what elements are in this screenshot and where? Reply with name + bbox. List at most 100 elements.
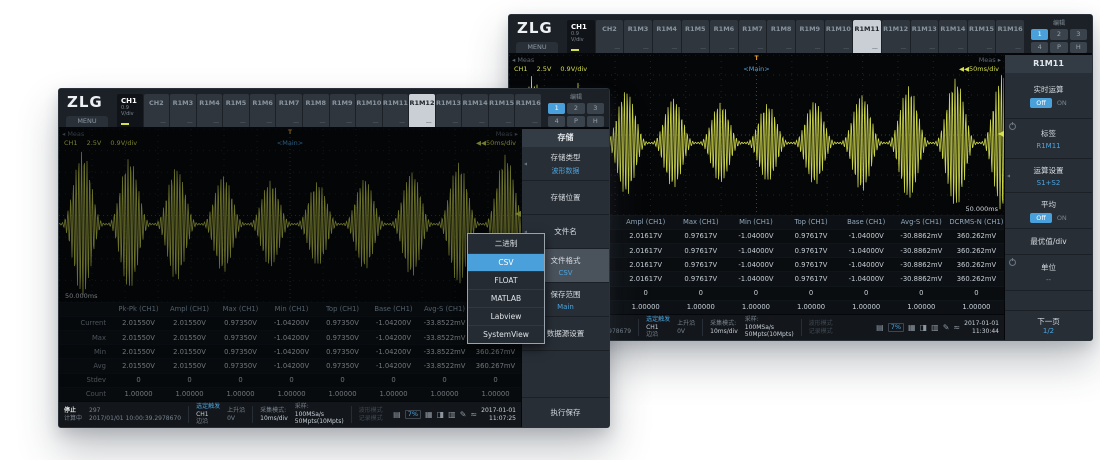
save-icon[interactable]: ▤ bbox=[393, 411, 401, 419]
table-cell: 0 bbox=[266, 374, 317, 387]
tab-r1m3[interactable]: R1M3— bbox=[170, 94, 196, 127]
tab-r1m9[interactable]: R1M9— bbox=[330, 94, 356, 127]
menu-item-单位[interactable]: 单位-- bbox=[1005, 255, 1092, 291]
screen-icon[interactable]: ▥ bbox=[931, 324, 939, 332]
tab-r1m15[interactable]: R1M15— bbox=[968, 20, 996, 53]
run-state[interactable]: 停止 bbox=[64, 407, 82, 415]
edit-button-2[interactable]: 2 bbox=[567, 103, 584, 114]
edit-button-h[interactable]: H bbox=[587, 116, 604, 127]
edit-button-4[interactable]: 4 bbox=[1031, 42, 1048, 53]
printer-icon[interactable]: ◨ bbox=[437, 411, 445, 419]
trigger-label[interactable]: 选定触发 bbox=[646, 316, 670, 324]
popup-option-labview[interactable]: Labview bbox=[468, 308, 544, 326]
printer-icon[interactable]: ◨ bbox=[920, 324, 928, 332]
ch1-unit: V/div bbox=[567, 37, 595, 43]
table-row: Min2.01550V2.01550V0.97350V-1.04200V0.97… bbox=[59, 344, 521, 358]
edit-button-1[interactable]: 1 bbox=[1031, 29, 1048, 40]
tab-r1m14[interactable]: R1M14— bbox=[939, 20, 967, 53]
next-page-button[interactable]: 下一页 1/2 bbox=[1005, 310, 1092, 340]
meas-handle-right[interactable]: Meas ▸ bbox=[979, 56, 1001, 64]
popup-option-systemview[interactable]: SystemView bbox=[468, 326, 544, 343]
menu-button[interactable]: MENU bbox=[516, 42, 558, 53]
tab-r1m9[interactable]: R1M9— bbox=[796, 20, 824, 53]
edit-button-1[interactable]: 1 bbox=[548, 103, 565, 114]
popup-option-float[interactable]: FLOAT bbox=[468, 272, 544, 290]
trigger-level-marker[interactable]: ◀ bbox=[998, 130, 1004, 138]
popup-option-二进制[interactable]: 二进制 bbox=[468, 234, 544, 254]
tab-r1m11[interactable]: R1M11— bbox=[383, 94, 409, 127]
mode-dim-1: 波形模式 bbox=[809, 320, 833, 328]
meas-handle-right[interactable]: Meas ▸ bbox=[496, 130, 518, 138]
menu-item-平均[interactable]: 平均OffON bbox=[1005, 193, 1092, 229]
screen-icon[interactable]: ▥ bbox=[448, 411, 456, 419]
tab-r1m15[interactable]: R1M15— bbox=[489, 94, 515, 127]
toggle-active[interactable]: Off bbox=[1030, 213, 1052, 223]
table-cell: 2.01550V bbox=[113, 317, 164, 330]
menu-item-运算设置[interactable]: ◂运算设置S1+S2 bbox=[1005, 159, 1092, 193]
edit-buttons: 123 4PH bbox=[1031, 29, 1087, 53]
table-cell: 360.262mV bbox=[949, 272, 1004, 285]
edit-button-2[interactable]: 2 bbox=[1050, 29, 1067, 40]
tab-r1m7[interactable]: R1M7— bbox=[739, 20, 767, 53]
popup-option-matlab[interactable]: MATLAB bbox=[468, 290, 544, 308]
tab-ch1[interactable]: CH10.9V/div bbox=[117, 94, 143, 127]
tab-r1m10[interactable]: R1M10— bbox=[825, 20, 853, 53]
menu-item-存储类型[interactable]: ◂存储类型波形数据 bbox=[522, 147, 609, 181]
meas-handle-left[interactable]: ◂ Meas bbox=[62, 130, 84, 138]
trigger-level-marker[interactable]: ◀ bbox=[515, 210, 521, 218]
tab-r1m4[interactable]: R1M4— bbox=[197, 94, 223, 127]
copy-icon[interactable]: ▦ bbox=[908, 324, 916, 332]
edit-button-p[interactable]: P bbox=[567, 116, 584, 127]
tab-r1m16[interactable]: R1M16— bbox=[515, 94, 541, 127]
tab-r1m12[interactable]: R1M12— bbox=[409, 94, 435, 127]
tab-r1m6[interactable]: R1M6— bbox=[710, 20, 738, 53]
toggle-inactive[interactable]: ON bbox=[1057, 99, 1067, 107]
table-cell: 1.00000 bbox=[839, 301, 894, 314]
tab-r1m8[interactable]: R1M8— bbox=[303, 94, 329, 127]
execute-save-button[interactable]: 执行保存 bbox=[522, 397, 609, 427]
menu-item-最优值/div[interactable]: 最优值/div bbox=[1005, 229, 1092, 255]
wifi-icon[interactable]: ≈ bbox=[953, 324, 960, 332]
edit-button-3[interactable]: 3 bbox=[587, 103, 604, 114]
tab-r1m13[interactable]: R1M13— bbox=[911, 20, 939, 53]
trigger-label[interactable]: 选定触发 bbox=[196, 403, 220, 411]
tab-r1m8[interactable]: R1M8— bbox=[767, 20, 795, 53]
cursor-icon[interactable]: ✎ bbox=[943, 324, 950, 332]
cursor-icon[interactable]: ✎ bbox=[460, 411, 467, 419]
edit-label: 编辑 bbox=[570, 92, 582, 101]
tab-r1m6[interactable]: R1M6— bbox=[250, 94, 276, 127]
tab-ch2[interactable]: CH2— bbox=[144, 94, 170, 127]
trigger-marker[interactable]: T bbox=[288, 129, 292, 136]
tab-r1m16[interactable]: R1M16— bbox=[996, 20, 1024, 53]
meas-handle-left[interactable]: ◂ Meas bbox=[512, 56, 534, 64]
menu-item-实时运算[interactable]: 实时运算OffON bbox=[1005, 73, 1092, 119]
tab-r1m14[interactable]: R1M14— bbox=[462, 94, 488, 127]
edit-button-3[interactable]: 3 bbox=[1070, 29, 1087, 40]
save-icon[interactable]: ▤ bbox=[876, 324, 884, 332]
table-cell: 1.00000 bbox=[784, 301, 839, 314]
tab-r1m11[interactable]: R1M11— bbox=[853, 20, 881, 53]
row-label: Min bbox=[59, 345, 113, 358]
edit-button-p[interactable]: P bbox=[1050, 42, 1067, 53]
popup-option-csv[interactable]: CSV bbox=[468, 254, 544, 272]
tab-r1m10[interactable]: R1M10— bbox=[356, 94, 382, 127]
tab-r1m7[interactable]: R1M7— bbox=[276, 94, 302, 127]
trigger-marker[interactable]: T bbox=[754, 55, 758, 62]
tab-r1m4[interactable]: R1M4— bbox=[653, 20, 681, 53]
menu-item-存储位置[interactable]: 存储位置 bbox=[522, 181, 609, 215]
tab-r1m5[interactable]: R1M5— bbox=[682, 20, 710, 53]
tab-r1m12[interactable]: R1M12— bbox=[882, 20, 910, 53]
tab-r1m3[interactable]: R1M3— bbox=[624, 20, 652, 53]
edit-button-4[interactable]: 4 bbox=[548, 116, 565, 127]
menu-button[interactable]: MENU bbox=[66, 116, 108, 127]
wifi-icon[interactable]: ≈ bbox=[470, 411, 477, 419]
toggle-inactive[interactable]: ON bbox=[1057, 214, 1067, 222]
tab-ch1[interactable]: CH10.9V/div bbox=[567, 20, 595, 53]
tab-ch2[interactable]: CH2— bbox=[596, 20, 624, 53]
menu-item-标签[interactable]: 标签R1M11 bbox=[1005, 119, 1092, 159]
edit-button-h[interactable]: H bbox=[1070, 42, 1087, 53]
tab-r1m13[interactable]: R1M13— bbox=[436, 94, 462, 127]
toggle-active[interactable]: Off bbox=[1030, 98, 1052, 108]
tab-r1m5[interactable]: R1M5— bbox=[223, 94, 249, 127]
copy-icon[interactable]: ▦ bbox=[425, 411, 433, 419]
